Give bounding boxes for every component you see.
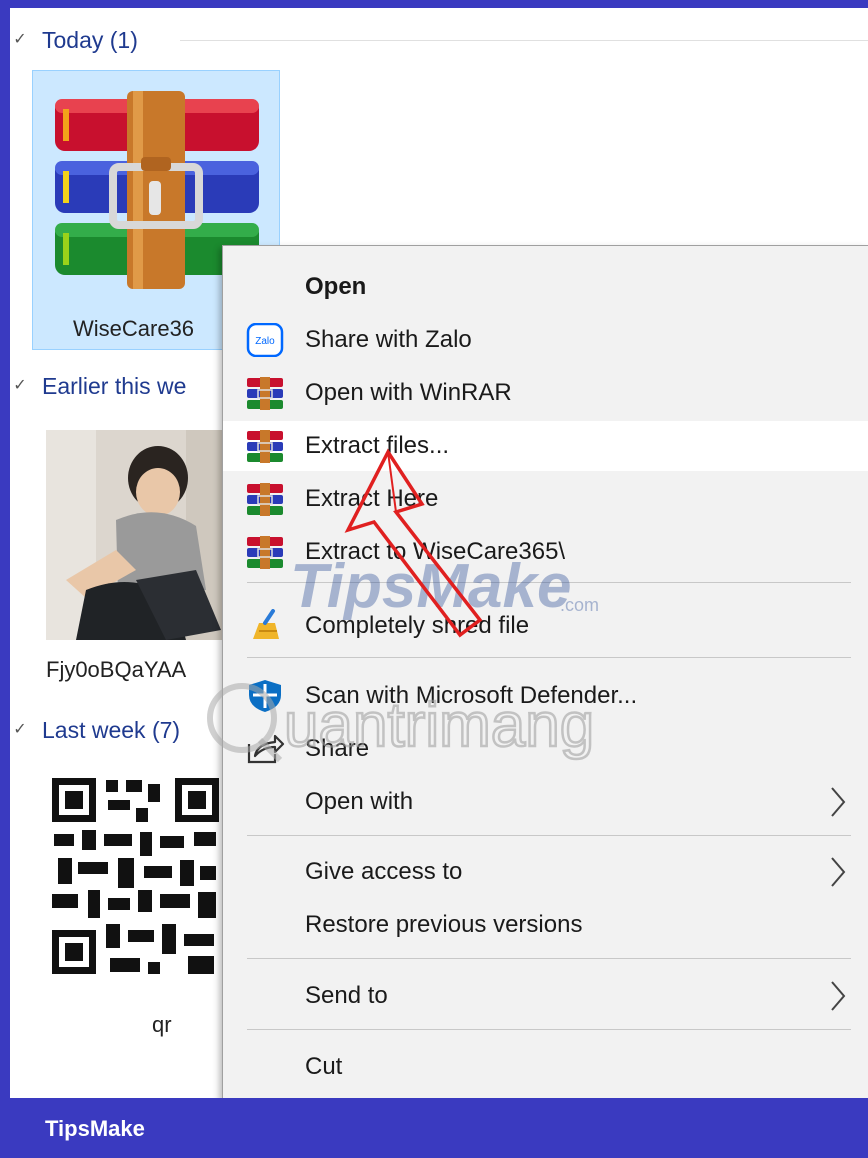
menu-item-open-with[interactable]: Open with (223, 777, 868, 827)
menu-item-label: Open with (305, 788, 414, 815)
submenu-chevron-icon (831, 857, 846, 887)
menu-item-share[interactable]: Share (223, 724, 868, 774)
menu-item-label: Extract Here (305, 485, 439, 512)
group-label: Last week (7) (42, 716, 181, 743)
menu-item-label: Cut (305, 1053, 343, 1080)
menu-item-label: Extract to WiseCare365\ (305, 538, 566, 565)
file-tile-photo[interactable]: Fjy0oBQaYAA (32, 420, 232, 690)
menu-item-label: Completely shred file (305, 612, 530, 639)
svg-text:Zalo: Zalo (255, 336, 275, 347)
zalo-icon: Zalo (246, 323, 284, 357)
submenu-chevron-icon (831, 787, 846, 817)
menu-item-label: Share with Zalo (305, 326, 472, 353)
menu-item-restore-previous-versions[interactable]: Restore previous versions (223, 900, 868, 950)
context-menu: Open Zalo Share with Zalo Open with WinR… (222, 245, 868, 1099)
group-divider (180, 40, 868, 41)
menu-item-open-with-winrar[interactable]: Open with WinRAR (223, 368, 868, 418)
menu-item-extract-files[interactable]: Extract files... (223, 421, 868, 471)
photo-thumbnail-image (46, 430, 231, 640)
group-label: Earlier this we (42, 372, 187, 399)
menu-item-completely-shred-file[interactable]: Completely shred file (223, 601, 868, 651)
menu-item-label: Scan with Microsoft Defender... (305, 682, 638, 709)
menu-item-label: Open with WinRAR (305, 379, 512, 406)
menu-item-label: Give access to (305, 858, 463, 885)
menu-item-give-access-to[interactable]: Give access to (223, 847, 868, 897)
winrar-icon (247, 536, 283, 569)
menu-item-extract-to[interactable]: Extract to WiseCare365\ (223, 527, 868, 577)
footer-bar: TipsMake (0, 1098, 868, 1158)
menu-item-cut[interactable]: Cut (223, 1042, 868, 1092)
collapse-chevron-icon[interactable]: ✓ (10, 375, 30, 395)
menu-item-send-to[interactable]: Send to (223, 971, 868, 1021)
file-name: qr (152, 1012, 172, 1037)
shield-icon (249, 680, 281, 712)
menu-item-label: Restore previous versions (305, 911, 583, 938)
shredder-broom-icon (253, 609, 279, 639)
share-icon (247, 734, 285, 764)
menu-separator (247, 835, 851, 836)
group-header-today[interactable]: ✓ Today (1) (10, 25, 138, 55)
menu-item-scan-with-defender[interactable]: Scan with Microsoft Defender... (223, 671, 868, 721)
winrar-icon (247, 377, 283, 410)
file-tile-qr[interactable]: qr (32, 766, 232, 1056)
menu-item-label: Send to (305, 982, 388, 1009)
frame-top-border (0, 0, 868, 8)
collapse-chevron-icon[interactable]: ✓ (10, 29, 30, 49)
menu-item-label: Extract files... (305, 432, 450, 459)
menu-separator (247, 657, 851, 658)
group-header-last-week[interactable]: ✓ Last week (7) (10, 715, 180, 745)
menu-item-open[interactable]: Open (223, 262, 868, 312)
winrar-icon (247, 483, 283, 516)
menu-separator (247, 1029, 851, 1030)
file-name: Fjy0oBQaYAA (46, 657, 187, 682)
group-label: Today (1) (42, 26, 138, 53)
menu-separator (247, 958, 851, 959)
collapse-chevron-icon[interactable]: ✓ (10, 719, 30, 739)
menu-item-extract-here[interactable]: Extract Here (223, 474, 868, 524)
winrar-icon (247, 430, 283, 463)
group-header-earlier[interactable]: ✓ Earlier this we (10, 371, 186, 401)
qr-code-thumbnail-image (48, 774, 223, 979)
menu-separator (247, 582, 851, 583)
submenu-chevron-icon (831, 981, 846, 1011)
menu-item-label: Share (305, 735, 370, 762)
file-name: WiseCare36 (73, 316, 195, 341)
footer-brand: TipsMake (45, 1116, 145, 1141)
menu-item-share-with-zalo[interactable]: Zalo Share with Zalo (223, 315, 868, 365)
menu-item-label: Open (305, 273, 367, 300)
frame-left-border (0, 0, 10, 1158)
